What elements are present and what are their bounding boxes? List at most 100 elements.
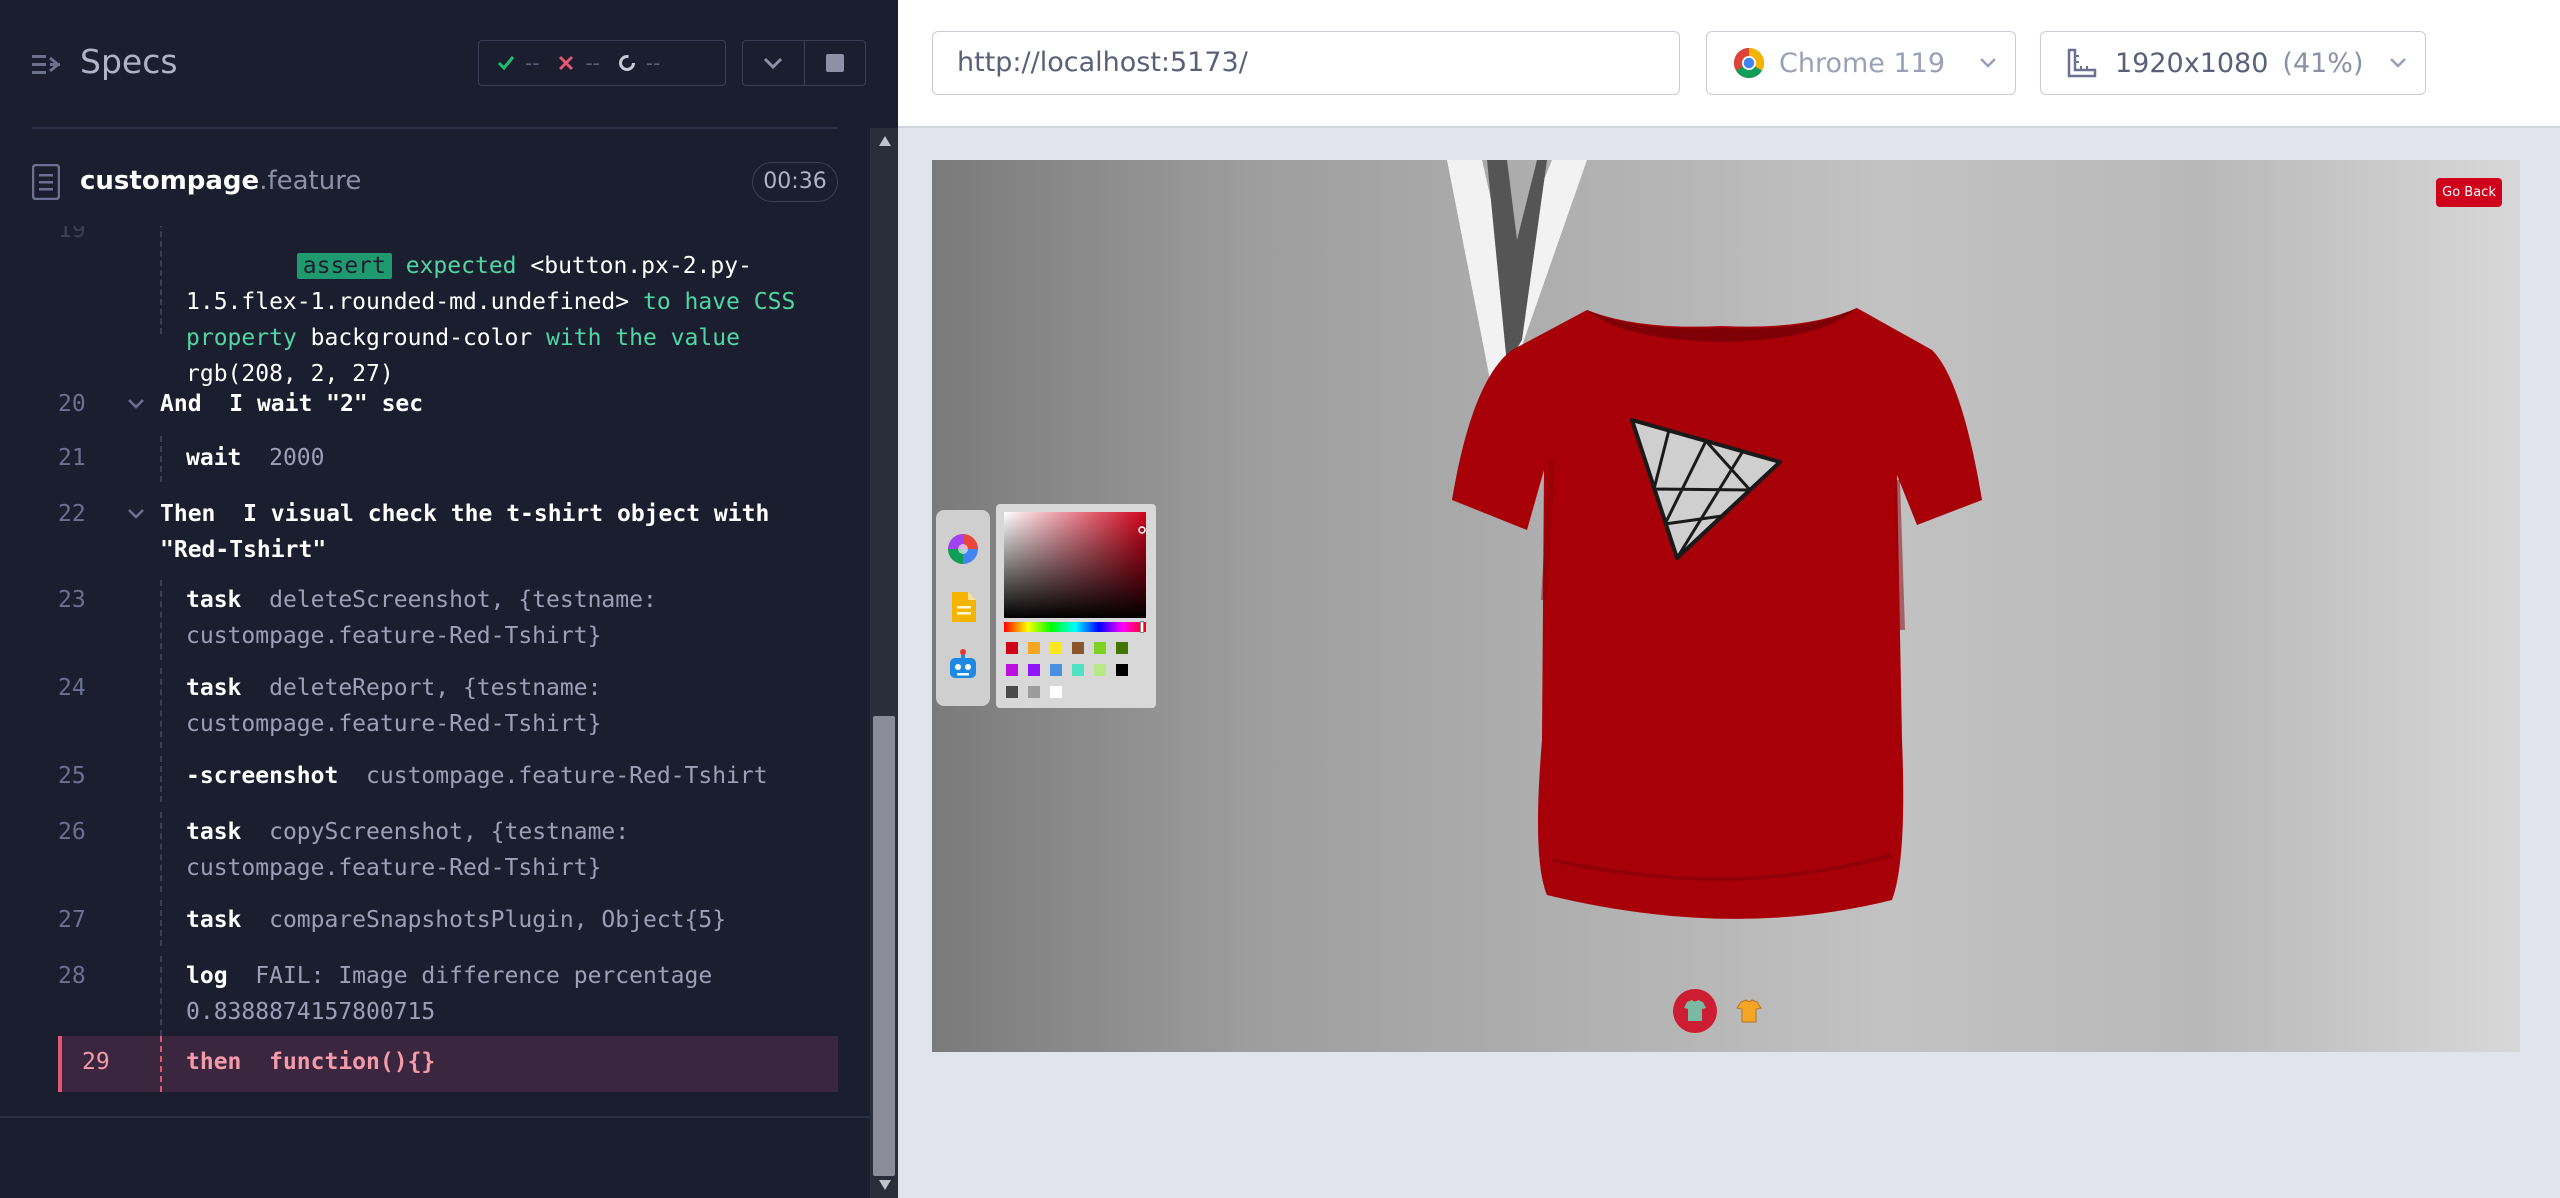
line-number: 29 [82, 1049, 110, 1075]
swatch-lime[interactable] [1094, 664, 1106, 676]
command-arg: function(){} [269, 1049, 436, 1075]
ai-picker-icon[interactable] [946, 648, 980, 682]
assert-expected: expected [405, 253, 517, 279]
logo-shirt-button-icon[interactable] [1672, 988, 1718, 1034]
browser-selector[interactable]: Chrome 119 [1706, 31, 2016, 95]
swatch-green[interactable] [1094, 642, 1106, 654]
chevron-down-icon [2390, 58, 2406, 68]
chrome-icon [1733, 47, 1765, 79]
duration-badge: 00:36 [752, 162, 838, 202]
passed-count: -- [525, 51, 540, 75]
swatch-orange[interactable] [1028, 642, 1040, 654]
chevron-down-icon[interactable] [126, 508, 146, 520]
chevron-down-icon[interactable] [126, 398, 146, 410]
x-icon [559, 55, 574, 71]
step-keyword: Then [160, 501, 216, 527]
indent-rule [160, 900, 162, 946]
passed-stat: -- [497, 51, 539, 75]
url-field[interactable]: http://localhost:5173/ [932, 31, 1680, 95]
footer-divider [0, 1116, 870, 1118]
swatch-darkgray[interactable] [1006, 686, 1018, 698]
swatch-white[interactable] [1050, 686, 1062, 698]
viewport-size: 1920x1080 [2115, 47, 2269, 79]
command-row-19[interactable]: 19 assert expected <button.px-2.py-1.5.f… [58, 226, 838, 387]
swatch-magenta[interactable] [1006, 664, 1018, 676]
command-row-24[interactable]: 24 task deleteReport, {testname: customp… [58, 668, 838, 748]
swatch-blue[interactable] [1050, 664, 1062, 676]
step-description: I wait "2" sec [229, 391, 424, 417]
chevron-down-icon [1980, 58, 1996, 68]
command-arg: compareSnapshotsPlugin, Object{5} [269, 907, 727, 933]
file-picker-icon[interactable] [946, 590, 980, 624]
color-picker-panel[interactable] [996, 504, 1156, 708]
step-row-22[interactable]: 22 Then I visual check the t-shirt objec… [58, 492, 838, 572]
browser-name: Chrome 119 [1779, 47, 1946, 79]
ruler-icon [2067, 48, 2097, 78]
command-row-29-failed[interactable]: 29 then function(){} [58, 1036, 838, 1092]
hue-slider[interactable] [1004, 622, 1146, 632]
command-text: -screenshot custompage.feature-Red-Tshir… [186, 758, 820, 794]
command-arg: deleteScreenshot, {testname: custompage.… [186, 587, 671, 649]
indent-rule [160, 668, 162, 748]
go-back-button[interactable]: Go Back [2436, 178, 2502, 207]
command-row-25[interactable]: 25 -screenshot custompage.feature-Red-Ts… [58, 756, 838, 802]
line-number: 28 [58, 963, 86, 989]
swatch-black[interactable] [1116, 664, 1128, 676]
command-keyword: -screenshot [186, 763, 339, 789]
stylish-shirt-button-icon[interactable] [1734, 996, 1764, 1026]
command-row-27[interactable]: 27 task compareSnapshotsPlugin, Object{5… [58, 900, 838, 946]
line-number: 21 [58, 445, 86, 471]
pending-icon [618, 55, 635, 71]
scroll-up-arrow-icon[interactable] [879, 136, 891, 146]
swatch-yellow[interactable] [1050, 642, 1062, 654]
swatch-red[interactable] [1006, 642, 1018, 654]
swatch-darkgreen[interactable] [1116, 642, 1128, 654]
spec-file-row[interactable]: custompage.feature 00:36 [32, 150, 838, 216]
command-keyword: task [186, 907, 242, 933]
tshirt-model[interactable] [1432, 300, 2012, 920]
specs-title: Specs [80, 42, 178, 81]
command-text: then function(){} [186, 1044, 820, 1080]
saturation-handle[interactable] [1138, 526, 1146, 534]
command-row-28[interactable]: 28 log FAIL: Image difference percentage… [58, 956, 838, 1036]
scroll-thumb[interactable] [873, 716, 895, 1176]
check-icon [497, 56, 515, 71]
swatch-purple[interactable] [1028, 664, 1040, 676]
step-text: Then I visual check the t-shirt object w… [160, 496, 820, 568]
collapse-button[interactable] [743, 41, 804, 85]
hue-handle[interactable] [1140, 621, 1144, 633]
command-text: task deleteReport, {testname: custompage… [186, 670, 820, 742]
command-keyword: task [186, 819, 242, 845]
spec-file-name: custompage.feature [80, 166, 361, 196]
step-text: And I wait "2" sec [160, 386, 820, 422]
command-text: task deleteScreenshot, {testname: custom… [186, 582, 820, 654]
command-row-23[interactable]: 23 task deleteScreenshot, {testname: cus… [58, 580, 838, 660]
spec-file-ext: .feature [259, 166, 362, 196]
line-number: 27 [58, 907, 86, 933]
reporter-panel: Specs -- -- -- custompage.feature 00:36 … [0, 0, 898, 1198]
pending-stat: -- [618, 51, 660, 75]
command-arg: copyScreenshot, {testname: custompage.fe… [186, 819, 643, 881]
command-text: task copyScreenshot, {testname: custompa… [186, 814, 820, 886]
command-row-26[interactable]: 26 task copyScreenshot, {testname: custo… [58, 812, 838, 892]
command-row-21[interactable]: 21 wait 2000 [58, 436, 838, 482]
color-picker-icon[interactable] [946, 532, 980, 566]
indent-rule [160, 226, 162, 334]
swatch-gray[interactable] [1028, 686, 1040, 698]
reporter-scrollbar[interactable] [870, 128, 898, 1198]
step-row-20[interactable]: 20 And I wait "2" sec [58, 384, 838, 424]
assert-tag: assert [296, 253, 392, 279]
stop-button[interactable] [803, 41, 865, 85]
indent-rule [160, 812, 162, 892]
swatch-brown[interactable] [1072, 642, 1084, 654]
failed-count: -- [585, 51, 600, 75]
saturation-area[interactable] [1004, 512, 1146, 618]
specs-list-icon[interactable] [32, 50, 62, 80]
command-log: 19 assert expected <button.px-2.py-1.5.f… [58, 226, 838, 1096]
line-number: 23 [58, 587, 86, 613]
viewport-selector[interactable]: 1920x1080 (41%) [2040, 31, 2426, 95]
swatch-teal[interactable] [1072, 664, 1084, 676]
command-text: log FAIL: Image difference percentage 0.… [186, 958, 820, 1030]
scroll-down-arrow-icon[interactable] [879, 1180, 891, 1190]
line-number: 26 [58, 819, 86, 845]
